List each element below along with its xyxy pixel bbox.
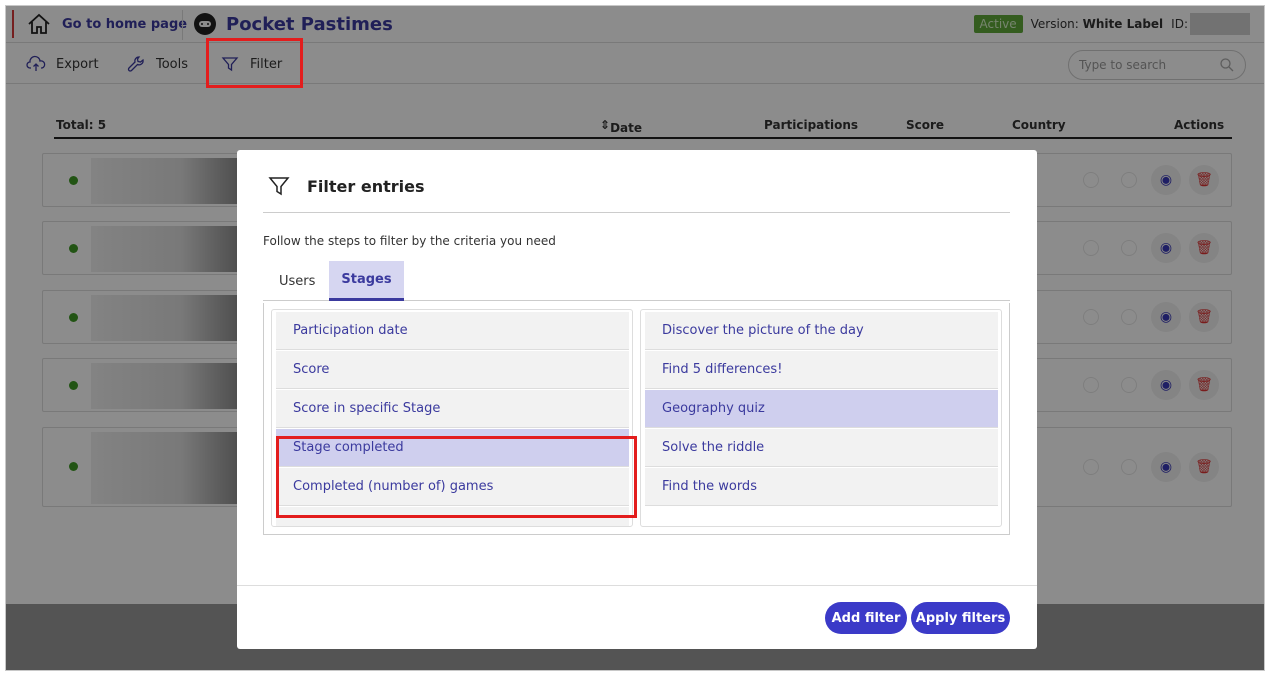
modal-title-text: Filter entries	[307, 176, 425, 196]
list-item[interactable]: Score	[276, 351, 629, 389]
filter-tabs: Users Stages	[263, 261, 1010, 301]
apply-filters-button[interactable]: Apply filters	[911, 602, 1010, 634]
list-item[interactable]: Participation date	[276, 312, 629, 350]
list-item[interactable]: Solve the riddle	[645, 429, 998, 467]
tab-stages[interactable]: Stages	[329, 261, 404, 301]
criteria-highlight-box	[276, 436, 637, 518]
list-item-selected[interactable]: Geography quiz	[645, 390, 998, 428]
list-item[interactable]: Find the words	[645, 468, 998, 506]
list-item[interactable]: Discover the picture of the day	[645, 312, 998, 350]
divider	[263, 212, 1010, 213]
filter-highlight-box	[206, 38, 303, 88]
add-filter-button[interactable]: Add filter	[825, 602, 907, 634]
list-item[interactable]: Score in specific Stage	[276, 390, 629, 428]
filter-modal: Filter entries Follow the steps to filte…	[237, 150, 1037, 649]
funnel-icon	[268, 177, 290, 196]
tab-users[interactable]: Users	[263, 261, 331, 301]
stage-list[interactable]: Discover the picture of the day Find 5 d…	[640, 309, 1002, 527]
modal-description: Follow the steps to filter by the criter…	[263, 234, 556, 248]
list-item[interactable]: Find 5 differences!	[645, 351, 998, 389]
modal-footer-divider	[237, 585, 1037, 586]
modal-title: Filter entries	[267, 174, 425, 198]
app-window: Go to home page Pocket Pastimes Active V…	[5, 5, 1265, 671]
